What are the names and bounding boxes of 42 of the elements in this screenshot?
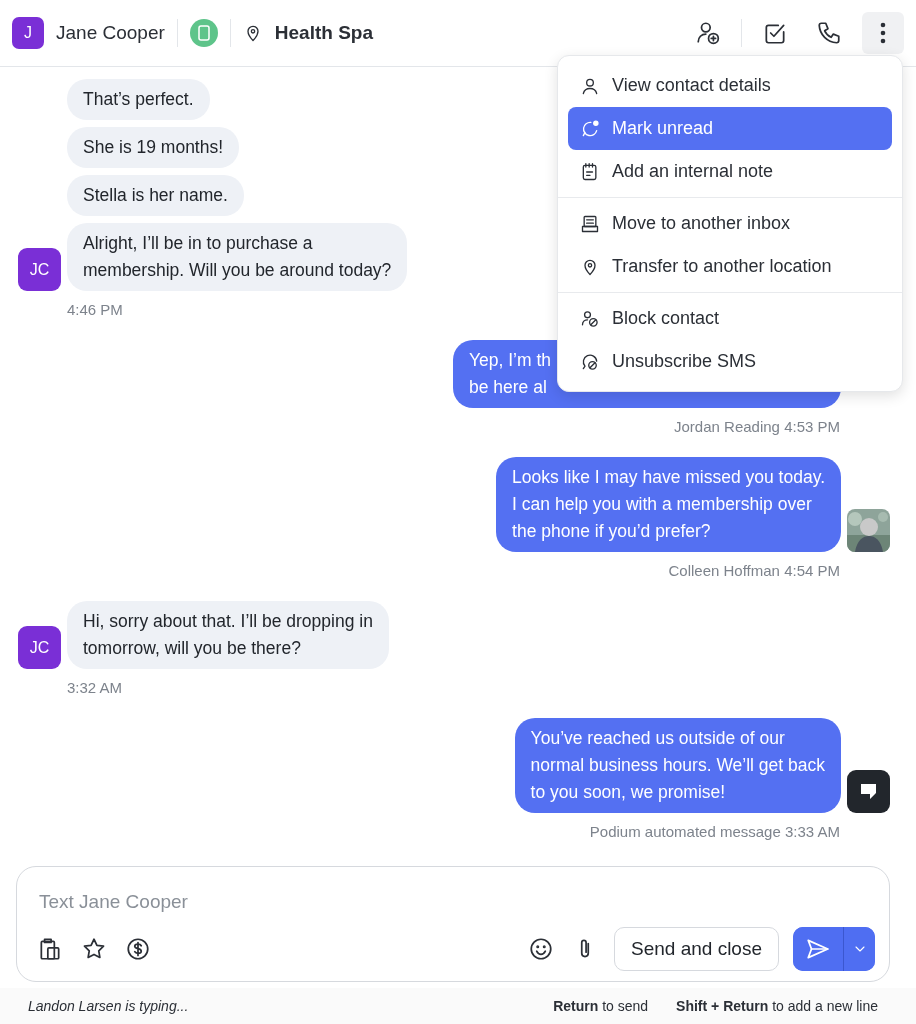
inbox-icon	[580, 213, 600, 234]
message-bubble: Hi, sorry about that. I’ll be dropping in tomorrow, will you be there?	[67, 601, 389, 669]
message-bubble: Alright, I’ll be in to purchase a membership. Will you be around today?	[67, 223, 408, 291]
logo-icon	[847, 770, 890, 813]
clipboard-icon	[37, 936, 63, 962]
menu-item[interactable]: Block contact	[568, 297, 892, 340]
message-bubble: Stella is her name.	[67, 175, 244, 216]
new-line-hint: Shift + Return to add a new line	[676, 998, 878, 1014]
contact-name: Jane Cooper	[56, 22, 165, 44]
message-time: 4:46 PM	[67, 301, 123, 318]
send-options-button[interactable]	[843, 927, 875, 971]
chat-dot-icon	[580, 118, 600, 139]
contact-avatar: JC	[18, 248, 61, 291]
menu-item[interactable]: View contact details	[568, 64, 892, 107]
add-person-icon	[695, 20, 721, 46]
send-hint: Return to send	[553, 998, 649, 1014]
message-time: 3:32 AM	[67, 679, 123, 696]
contact-avatar: J	[12, 17, 44, 49]
menu-item[interactable]: Move to another inbox	[568, 202, 892, 245]
dollar-circle-icon	[125, 936, 151, 962]
block-person-icon	[580, 308, 600, 329]
message-bubble: You’ve reached us outside of our normal business hours. We’ll get back to you soon, we promise!	[514, 718, 841, 813]
more-icon	[880, 22, 886, 44]
note-icon	[580, 161, 600, 182]
phone-icon	[816, 20, 842, 46]
message-meta: Jordan Reading 4:53 PM	[674, 418, 840, 435]
contact-avatar: JC	[18, 626, 61, 669]
message-meta: Colleen Hoffman 4:54 PM	[668, 562, 840, 579]
message-meta: Podium automated message 3:33 AM	[589, 823, 840, 840]
smiley-icon	[528, 936, 554, 962]
message-bubble: Looks like I may have missed you today. I can help you with a membership over the phone if you’d prefer?	[496, 457, 841, 552]
menu-item[interactable]: Add an internal note	[568, 150, 892, 193]
message-bubble: That’s perfect.	[67, 79, 210, 120]
menu-item[interactable]: Mark unread	[568, 107, 892, 150]
phone-badge	[189, 19, 218, 47]
more-button[interactable]	[862, 12, 904, 54]
send-and-close-button[interactable]: Send and close	[614, 927, 779, 971]
chat-block-icon	[580, 351, 600, 372]
menu-item[interactable]: Transfer to another location	[568, 245, 892, 288]
typing-indicator: Landon Larsen is typing...	[28, 998, 189, 1014]
message-bubble: She is 19 months!	[67, 127, 240, 168]
location-name: Health Spa	[274, 22, 373, 44]
